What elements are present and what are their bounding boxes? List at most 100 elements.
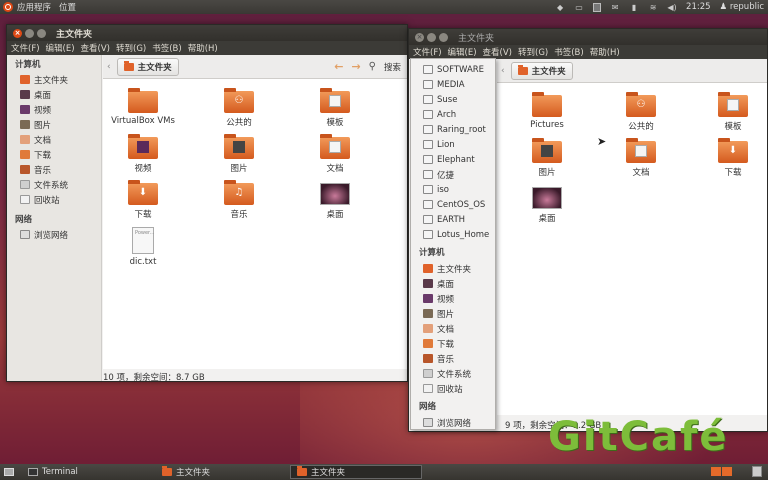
file-item-pictures[interactable]: 图片 [511,138,583,178]
sidebar-item-browse-network[interactable]: 浏览网络 [7,227,101,242]
drive-item-media[interactable]: MEDIA [411,77,495,92]
file-item-virtualbox[interactable]: VirtualBox VMs [107,88,179,126]
file-item-music[interactable]: ♫ 音乐 [203,180,275,220]
forward-icon[interactable]: → [351,60,360,73]
menu-view[interactable]: 查看(V) [81,42,110,54]
drive-item-lion[interactable]: Lion [411,137,495,152]
menu-file[interactable]: 文件(F) [11,42,40,54]
file-item-templates[interactable]: 模板 [697,92,768,132]
taskbar-item-terminal[interactable]: Terminal [22,465,154,479]
file-item-dic-txt[interactable]: Power... dic.txt [107,227,179,267]
maximize-icon[interactable] [37,28,46,38]
menu-help[interactable]: 帮助(H) [590,46,620,58]
dropdown-item-desktop[interactable]: 桌面 [411,276,495,291]
file-item-documents[interactable]: 文档 [605,138,677,178]
workspace-1[interactable] [711,467,721,476]
drive-item-iso[interactable]: iso [411,182,495,197]
dropdown-item-downloads[interactable]: 下载 [411,336,495,351]
menu-bookmarks[interactable]: 书签(B) [152,42,181,54]
dropdown-item-music[interactable]: 音乐 [411,351,495,366]
sidebar-item-documents[interactable]: 文档 [7,132,101,147]
drive-item-suse[interactable]: Suse [411,92,495,107]
window-2-titlebar[interactable]: × 主文件夹 [409,29,767,45]
sidebar-item-home[interactable]: 主文件夹 [7,72,101,87]
dropdown-item-documents[interactable]: 文档 [411,321,495,336]
clipboard-icon[interactable] [593,2,602,12]
dropdown-item-trash[interactable]: 回收站 [411,381,495,396]
window-1-titlebar[interactable]: × 主文件夹 [7,25,407,41]
close-icon[interactable]: × [13,28,22,38]
file-item-videos[interactable]: 视频 [107,134,179,174]
file-item-desktop[interactable]: 桌面 [299,183,371,220]
clock[interactable]: 21:25 [686,2,711,12]
menu-go[interactable]: 转到(G) [116,42,146,54]
file-item-public[interactable]: ⚇ 公共的 [203,88,275,128]
workspace-2[interactable] [722,467,732,476]
trash-applet-icon[interactable] [752,466,762,477]
applications-menu[interactable]: 应用程序 [17,1,51,13]
breadcrumb-home[interactable]: 主文件夹 [510,61,573,80]
sidebar-item-videos[interactable]: 视频 [7,102,101,117]
sidebar-item-filesystem[interactable]: 文件系统 [7,177,101,192]
dropdown-item-label: 下载 [437,339,455,350]
battery-icon[interactable]: ▮ [629,3,639,12]
maximize-icon[interactable] [439,32,448,42]
sidebar-item-desktop[interactable]: 桌面 [7,87,101,102]
search-icon[interactable]: ⚲ [369,61,376,72]
dropdown-item-pictures[interactable]: 图片 [411,306,495,321]
menu-bookmarks[interactable]: 书签(B) [554,46,583,58]
drive-item-elephant[interactable]: Elephant [411,152,495,167]
file-item-pictures-en[interactable]: Pictures [511,92,583,130]
back-icon[interactable]: ← [334,60,343,73]
back-arrow-icon[interactable]: ‹ [107,62,111,72]
file-item-desktop[interactable]: 桌面 [511,187,583,224]
taskbar-item-file-manager-2[interactable]: 主文件夹 [290,465,422,479]
drive-item-earth[interactable]: EARTH [411,212,495,227]
dropdown-item-browse-network[interactable]: 浏览网络 [411,415,495,430]
sidebar-item-trash[interactable]: 回收站 [7,192,101,207]
file-item-documents[interactable]: 文档 [299,134,371,174]
drive-item-lotus-home[interactable]: Lotus_Home [411,227,495,242]
close-icon[interactable]: × [415,32,424,42]
drive-item-centos[interactable]: CentOS_OS [411,197,495,212]
ubuntu-logo-icon[interactable] [3,2,13,12]
minimize-icon[interactable] [25,28,34,38]
drive-item-software[interactable]: SOFTWARE [411,62,495,77]
drive-label: Elephant [437,154,475,165]
menu-edit[interactable]: 编辑(E) [46,42,75,54]
taskbar-item-file-manager-1[interactable]: 主文件夹 [156,465,288,479]
drive-item-yijie[interactable]: 亿捷 [411,167,495,182]
workspace-switcher[interactable] [711,467,732,476]
drive-item-raring-root[interactable]: Raring_root [411,122,495,137]
show-desktop-icon[interactable] [4,468,14,476]
file-item-downloads[interactable]: ⬇ 下载 [697,138,768,178]
dropdown-item-videos[interactable]: 视频 [411,291,495,306]
wifi-icon[interactable]: ≋ [648,3,658,12]
sidebar-item-downloads[interactable]: 下载 [7,147,101,162]
menu-help[interactable]: 帮助(H) [188,42,218,54]
minimize-icon[interactable] [427,32,436,42]
mail-icon[interactable]: ✉ [610,3,620,12]
sidebar-item-music[interactable]: 音乐 [7,162,101,177]
volume-icon[interactable]: ◀) [667,3,677,12]
menu-go[interactable]: 转到(G) [518,46,548,58]
sidebar-item-pictures[interactable]: 图片 [7,117,101,132]
file-item-pictures[interactable]: 图片 [203,134,275,174]
file-item-downloads[interactable]: ⬇ 下载 [107,180,179,220]
menu-view[interactable]: 查看(V) [483,46,512,58]
search-button[interactable]: 搜索 [384,61,401,73]
drive-item-arch[interactable]: Arch [411,107,495,122]
dropbox-icon[interactable]: ◆ [555,3,565,12]
file-item-public[interactable]: ⚇ 公共的 [605,92,677,132]
dropdown-item-home[interactable]: 主文件夹 [411,261,495,276]
file-item-templates[interactable]: 模板 [299,88,371,128]
menu-file[interactable]: 文件(F) [413,46,442,58]
breadcrumb-home[interactable]: 主文件夹 [116,57,179,76]
drive-label: SOFTWARE [437,64,485,75]
places-menu[interactable]: 位置 [59,1,76,13]
monitor-icon[interactable]: ▭ [574,3,584,12]
menu-edit[interactable]: 编辑(E) [448,46,477,58]
back-arrow-icon[interactable]: ‹ [501,66,505,76]
user-indicator[interactable]: ♟ republic [720,2,764,12]
dropdown-item-filesystem[interactable]: 文件系统 [411,366,495,381]
